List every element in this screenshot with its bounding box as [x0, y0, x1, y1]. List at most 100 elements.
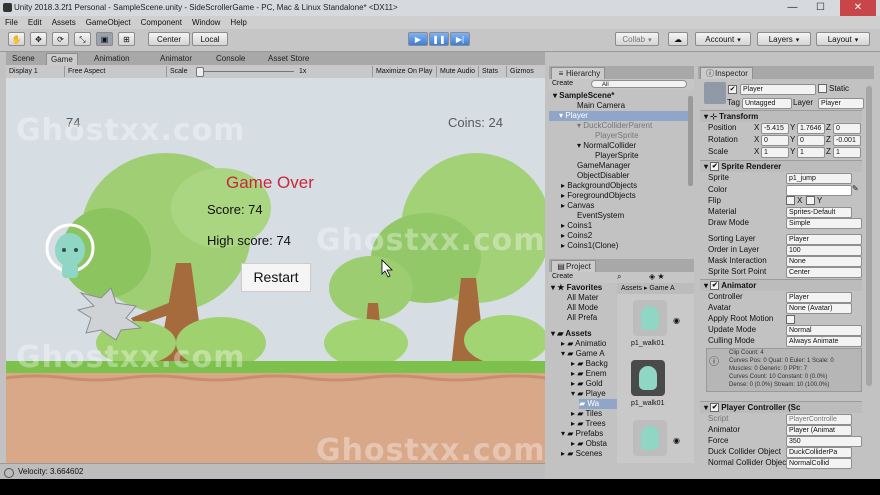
- move-tool-icon[interactable]: ✥: [30, 32, 47, 46]
- active-checkbox[interactable]: ✔: [728, 85, 737, 94]
- tab-hierarchy[interactable]: ≡ Hierarchy: [551, 67, 606, 79]
- sprite-sort-point-dropdown[interactable]: Center: [786, 267, 862, 278]
- breadcrumb-assets[interactable]: Assets: [621, 285, 642, 292]
- tab-project[interactable]: ▤Project: [551, 260, 596, 272]
- scale-y-field[interactable]: 1: [797, 147, 825, 158]
- asset-thumbnail-selected[interactable]: [631, 360, 665, 396]
- apply-root-motion-checkbox[interactable]: [786, 315, 795, 324]
- hierarchy-item-player[interactable]: ▾ Player: [549, 111, 688, 121]
- eyedropper-icon[interactable]: ✎: [852, 184, 859, 194]
- maximize-button[interactable]: ☐: [808, 0, 833, 16]
- tab-asset-store[interactable]: Asset Store: [264, 53, 313, 65]
- layer-dropdown[interactable]: Player: [818, 98, 864, 109]
- project-folder[interactable]: ▸ ▰ Animatio: [561, 339, 606, 349]
- pause-button[interactable]: ❚❚: [429, 32, 449, 46]
- stats-toggle[interactable]: Stats: [478, 66, 501, 77]
- sprite-renderer-header[interactable]: ▾ ✔ Sprite Renderer: [700, 160, 862, 172]
- step-button[interactable]: ▶|: [450, 32, 470, 46]
- hierarchy-item-canvas[interactable]: ▸ Canvas: [561, 201, 594, 211]
- project-folder[interactable]: ▸ ▰ Tiles: [571, 409, 602, 419]
- display-dropdown[interactable]: Display 1: [6, 66, 41, 77]
- rotation-y-field[interactable]: 0: [797, 135, 825, 146]
- minimize-button[interactable]: —: [780, 0, 805, 16]
- rotation-z-field[interactable]: -0.001: [833, 135, 861, 146]
- scale-z-field[interactable]: 1: [833, 147, 861, 158]
- material-field[interactable]: Sprites-Default: [786, 207, 852, 218]
- project-folder[interactable]: ▸ ▰ Trees: [571, 419, 606, 429]
- breadcrumb-game-a[interactable]: Game A: [649, 285, 674, 292]
- static-toggle[interactable]: Static: [818, 84, 849, 94]
- project-folder[interactable]: ▸ ▰ Gold: [571, 379, 603, 389]
- hierarchy-item-coins2[interactable]: ▸ Coins2: [561, 231, 592, 241]
- project-folder[interactable]: ▾ ▰ Prefabs: [561, 429, 603, 439]
- asset-thumbnail[interactable]: [633, 300, 667, 336]
- hierarchy-scene-root[interactable]: ▾ SampleScene*: [553, 91, 614, 101]
- game-view[interactable]: 74 Coins: 24 Game Over Score: 74 High sc…: [6, 78, 545, 463]
- hierarchy-item-normal-collider[interactable]: ▾ NormalCollider: [577, 141, 636, 151]
- tab-animation[interactable]: Animation: [90, 53, 134, 65]
- layout-dropdown[interactable]: Layout: [816, 32, 870, 46]
- avatar-field[interactable]: None (Avatar): [786, 303, 852, 314]
- hierarchy-item-background-objects[interactable]: ▸ BackgroundObjects: [561, 181, 637, 191]
- update-mode-dropdown[interactable]: Normal: [786, 325, 862, 336]
- hierarchy-item-player-sprite-2[interactable]: PlayerSprite: [595, 151, 639, 161]
- aspect-dropdown[interactable]: Free Aspect: [64, 66, 108, 77]
- animator-enabled-checkbox[interactable]: ✔: [710, 281, 720, 291]
- hierarchy-item-object-disabler[interactable]: ObjectDisabler: [577, 171, 629, 181]
- rotation-x-field[interactable]: 0: [761, 135, 789, 146]
- favorites-header[interactable]: ▾ ★ Favorites: [551, 283, 602, 293]
- project-folder[interactable]: ▸ ▰ Backg: [571, 359, 608, 369]
- object-name-field[interactable]: Player: [740, 84, 816, 95]
- tag-dropdown[interactable]: Untagged: [742, 98, 792, 109]
- velocity-log[interactable]: Velocity: 3.664602: [18, 464, 83, 479]
- project-folder[interactable]: ▸ ▰ Scenes: [561, 449, 602, 459]
- flip-x-checkbox[interactable]: [786, 196, 795, 206]
- static-checkbox[interactable]: [818, 84, 827, 94]
- rotate-tool-icon[interactable]: ⟳: [52, 32, 69, 46]
- asset-thumbnail[interactable]: [633, 420, 667, 456]
- restart-button[interactable]: Restart: [241, 263, 311, 292]
- normal-collider-field[interactable]: NormalCollid: [786, 458, 852, 469]
- menu-gameobject[interactable]: GameObject: [81, 16, 136, 27]
- menu-component[interactable]: Component: [136, 16, 187, 27]
- project-search-icon[interactable]: ⌕: [617, 272, 621, 282]
- menu-file[interactable]: File: [0, 16, 23, 27]
- sorting-layer-dropdown[interactable]: Player: [786, 234, 862, 245]
- duck-collider-field[interactable]: DuckColliderPa: [786, 447, 852, 458]
- position-x-field[interactable]: -5.415: [761, 123, 789, 134]
- menu-help[interactable]: Help: [225, 16, 251, 27]
- position-y-field[interactable]: 1.7646: [797, 123, 825, 134]
- favorites-item[interactable]: All Prefa: [567, 313, 597, 323]
- flip-y-checkbox[interactable]: [806, 196, 815, 206]
- hierarchy-item-main-camera[interactable]: Main Camera: [577, 101, 625, 111]
- project-create-dropdown[interactable]: Create: [552, 273, 573, 280]
- inspector-scrollbar[interactable]: [866, 86, 872, 386]
- project-folder[interactable]: ▸ ▰ Enem: [571, 369, 607, 379]
- tab-scene[interactable]: Scene: [8, 53, 39, 65]
- order-in-layer-field[interactable]: 100: [786, 245, 862, 256]
- transform-header[interactable]: ▾ ⊹ Transform: [700, 110, 862, 122]
- play-button[interactable]: ▶: [408, 32, 428, 46]
- hierarchy-item-game-manager[interactable]: GameManager: [577, 161, 630, 171]
- mask-interaction-dropdown[interactable]: None: [786, 256, 862, 267]
- project-folder[interactable]: ▾ ▰ Playe: [571, 389, 606, 399]
- pivot-local-button[interactable]: Local: [192, 32, 228, 46]
- close-button[interactable]: ✕: [840, 0, 876, 16]
- cloud-icon[interactable]: ☁: [668, 32, 688, 46]
- scale-x-field[interactable]: 1: [761, 147, 789, 158]
- animator-header[interactable]: ▾ ✔ Animator: [700, 279, 862, 291]
- flip-x-toggle[interactable]: X: [786, 196, 802, 206]
- color-swatch[interactable]: [786, 185, 852, 196]
- scale-tool-icon[interactable]: ⤡: [74, 32, 91, 46]
- force-field[interactable]: 350: [786, 436, 862, 447]
- player-controller-enabled-checkbox[interactable]: ✔: [710, 403, 720, 413]
- hierarchy-item-duck-collider[interactable]: ▾ DuckColliderParent: [577, 121, 652, 131]
- draw-mode-dropdown[interactable]: Simple: [786, 218, 862, 229]
- mute-audio-toggle[interactable]: Mute Audio: [436, 66, 478, 77]
- project-folder[interactable]: ▾ ▰ Game A: [561, 349, 605, 359]
- hierarchy-scrollbar[interactable]: [688, 96, 693, 186]
- account-dropdown[interactable]: Account: [695, 32, 751, 46]
- hierarchy-item-event-system[interactable]: EventSystem: [577, 211, 624, 221]
- tab-inspector[interactable]: ⓘInspector: [700, 67, 753, 79]
- menu-window[interactable]: Window: [187, 16, 225, 27]
